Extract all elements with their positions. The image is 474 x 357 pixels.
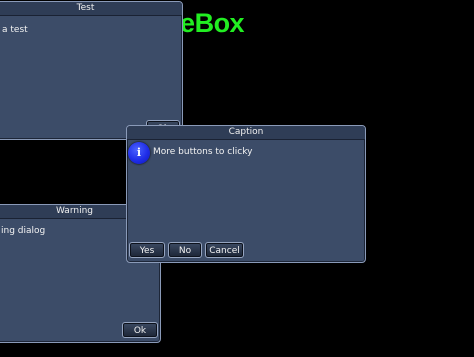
caption-dialog-message: More buttons to clicky xyxy=(153,147,253,157)
caption-dialog-title[interactable]: Caption xyxy=(127,126,365,140)
test-dialog: Test a test Ok xyxy=(0,1,183,140)
warning-ok-button[interactable]: Ok xyxy=(122,322,158,338)
warning-dialog-message: ing dialog xyxy=(1,226,46,236)
yes-button[interactable]: Yes xyxy=(129,242,165,258)
caption-dialog: Caption i More buttons to clicky Yes No … xyxy=(126,125,366,263)
info-icon-glyph: i xyxy=(136,146,142,159)
no-button[interactable]: No xyxy=(168,242,202,258)
test-dialog-title[interactable]: Test xyxy=(0,2,182,16)
test-dialog-message: a test xyxy=(2,25,28,35)
cancel-button[interactable]: Cancel xyxy=(205,242,244,258)
info-icon: i xyxy=(128,142,150,164)
